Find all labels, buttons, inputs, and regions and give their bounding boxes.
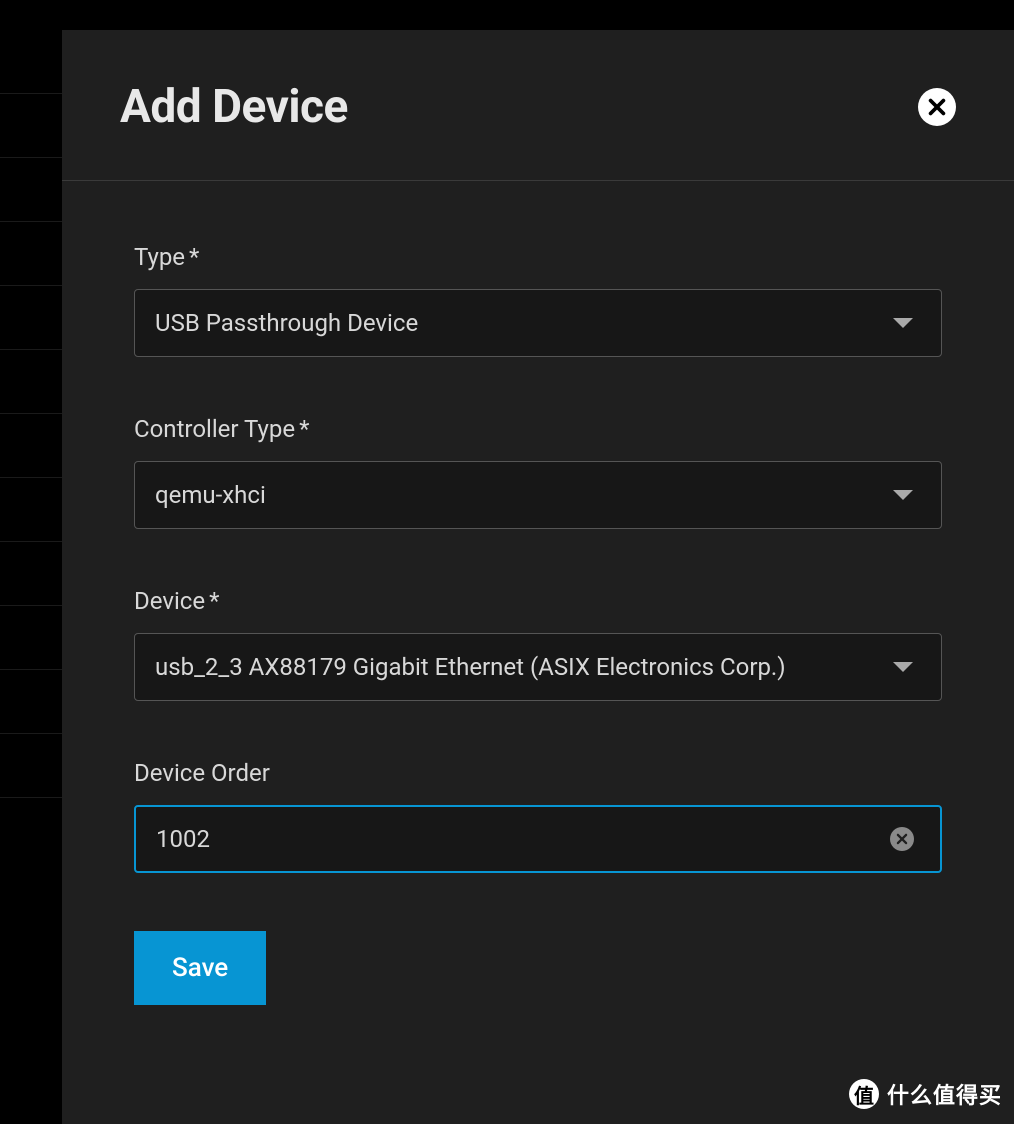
- close-icon: [926, 96, 948, 118]
- type-select[interactable]: USB Passthrough Device: [134, 289, 942, 357]
- watermark: 值 什么值得买: [849, 1078, 1002, 1110]
- close-button[interactable]: [918, 88, 956, 126]
- device-order-input-wrapper: [134, 805, 942, 873]
- watermark-text: 什么值得买: [887, 1078, 1002, 1110]
- device-order-field-group: Device Order: [134, 759, 942, 873]
- chevron-down-icon: [893, 318, 913, 328]
- required-mark: *: [209, 587, 219, 615]
- device-select[interactable]: usb_2_3 AX88179 Gigabit Ethernet (ASIX E…: [134, 633, 942, 701]
- device-field-group: Device* usb_2_3 AX88179 Gigabit Ethernet…: [134, 587, 942, 701]
- type-label: Type*: [134, 243, 942, 271]
- type-label-text: Type: [134, 243, 185, 271]
- clear-input-button[interactable]: [890, 827, 914, 851]
- watermark-icon: 值: [849, 1079, 879, 1109]
- required-mark: *: [299, 415, 309, 443]
- controller-type-select[interactable]: qemu-xhci: [134, 461, 942, 529]
- device-order-label-text: Device Order: [134, 759, 270, 787]
- modal-title: Add Device: [120, 80, 348, 134]
- top-bar-strip: [0, 0, 1014, 30]
- controller-type-field-group: Controller Type* qemu-xhci: [134, 415, 942, 529]
- sidebar-partial: [0, 30, 62, 1124]
- controller-type-label-text: Controller Type: [134, 415, 295, 443]
- modal-header: Add Device: [62, 30, 1014, 181]
- required-mark: *: [189, 243, 199, 271]
- add-device-modal: Add Device Type* USB Passthrough Device …: [62, 30, 1014, 1124]
- controller-type-select-value: qemu-xhci: [155, 481, 893, 509]
- type-field-group: Type* USB Passthrough Device: [134, 243, 942, 357]
- clear-icon: [895, 832, 909, 846]
- controller-type-label: Controller Type*: [134, 415, 942, 443]
- chevron-down-icon: [893, 490, 913, 500]
- chevron-down-icon: [893, 662, 913, 672]
- device-select-value: usb_2_3 AX88179 Gigabit Ethernet (ASIX E…: [155, 653, 893, 681]
- device-label: Device*: [134, 587, 942, 615]
- device-order-input[interactable]: [156, 825, 890, 853]
- device-order-label: Device Order: [134, 759, 942, 787]
- device-label-text: Device: [134, 587, 205, 615]
- type-select-value: USB Passthrough Device: [155, 309, 893, 337]
- modal-body: Type* USB Passthrough Device Controller …: [62, 181, 1014, 1045]
- save-button[interactable]: Save: [134, 931, 266, 1005]
